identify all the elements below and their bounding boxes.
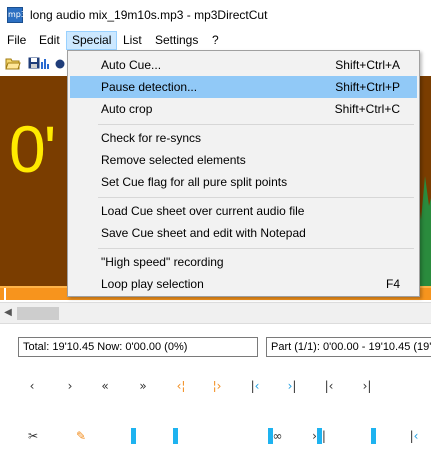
next-cue-icon[interactable]: ›| <box>358 378 376 394</box>
title-bar: mp3 long audio mix_19m10s.mp3 - mp3Direc… <box>0 0 431 30</box>
menu-item-pause-detection[interactable]: Pause detection... Shift+Ctrl+P <box>70 76 417 98</box>
menu-file[interactable]: File <box>2 31 31 50</box>
menu-item-set-cue-flag[interactable]: Set Cue flag for all pure split points <box>70 171 417 193</box>
position-marker[interactable] <box>4 288 6 300</box>
menu-list[interactable]: List <box>118 31 147 50</box>
menu-item-check-resyncs[interactable]: Check for re-syncs <box>70 127 417 149</box>
go-begin-icon[interactable]: |‹ <box>246 378 264 394</box>
save-icon[interactable] <box>28 56 40 70</box>
loop-play-icon[interactable]: ∞ <box>258 428 292 444</box>
rewind-icon[interactable]: « <box>96 378 114 394</box>
prev-cue-icon[interactable]: |‹ <box>320 378 338 394</box>
menu-item-remove-selected[interactable]: Remove selected elements <box>70 149 417 171</box>
set-cue-icon[interactable] <box>128 428 138 444</box>
menu-item-loop-play[interactable]: Loop play selection F4 <box>70 273 417 295</box>
menu-separator <box>98 197 414 198</box>
play-icon[interactable]: › | <box>302 428 336 444</box>
menu-help[interactable]: ? <box>207 31 224 50</box>
set-end-icon[interactable]: ¦› <box>208 378 226 394</box>
menu-item-save-cue-sheet[interactable]: Save Cue sheet and edit with Notepad <box>70 222 417 244</box>
fast-forward-icon[interactable]: » <box>134 378 152 394</box>
menu-separator <box>98 124 414 125</box>
time-display: 0' <box>9 112 56 186</box>
scroll-thumb[interactable] <box>17 307 59 320</box>
total-now-display: Total: 19'10.45 Now: 0'00.00 (0%) <box>18 337 258 357</box>
menu-item-auto-cue[interactable]: Auto Cue... Shift+Ctrl+A <box>70 54 417 76</box>
menu-bar: File Edit Special List Settings ? <box>0 30 431 50</box>
next-icon[interactable]: › <box>64 378 76 394</box>
go-last-icon[interactable] <box>366 428 380 444</box>
end-icon[interactable]: |‹ <box>404 428 424 444</box>
special-menu-dropdown: Auto Cue... Shift+Ctrl+A Pause detection.… <box>67 50 420 297</box>
mark-icon[interactable] <box>170 428 180 444</box>
control-panel: Total: 19'10.45 Now: 0'00.00 (0%) Part (… <box>0 324 431 452</box>
chevron-left-icon[interactable]: ◀ <box>2 306 14 320</box>
record-icon[interactable] <box>54 56 66 70</box>
window-title: long audio mix_19m10s.mp3 - mp3DirectCut <box>30 8 268 22</box>
menu-item-auto-crop[interactable]: Auto crop Shift+Ctrl+C <box>70 98 417 120</box>
prev-icon[interactable]: ‹ <box>26 378 38 394</box>
app-icon: mp3 <box>7 7 26 23</box>
menu-edit[interactable]: Edit <box>34 31 65 50</box>
menu-item-load-cue-sheet[interactable]: Load Cue sheet over current audio file <box>70 200 417 222</box>
menu-settings[interactable]: Settings <box>150 31 203 50</box>
menu-separator <box>98 248 414 249</box>
cut-icon[interactable]: ✂ <box>24 428 42 444</box>
horizontal-scrollbar[interactable]: ◀ <box>0 302 431 324</box>
folder-open-icon[interactable] <box>5 56 21 70</box>
save-split-icon[interactable] <box>40 56 52 70</box>
menu-item-high-speed-recording[interactable]: "High speed" recording <box>70 251 417 273</box>
set-begin-icon[interactable]: ‹¦ <box>172 378 190 394</box>
menu-special[interactable]: Special <box>66 31 118 50</box>
part-display: Part (1/1): 0'00.00 - 19'10.45 (19'10.45… <box>266 337 431 357</box>
edit-icon[interactable]: ✎ <box>72 428 90 444</box>
go-end-icon[interactable]: ›| <box>283 378 301 394</box>
